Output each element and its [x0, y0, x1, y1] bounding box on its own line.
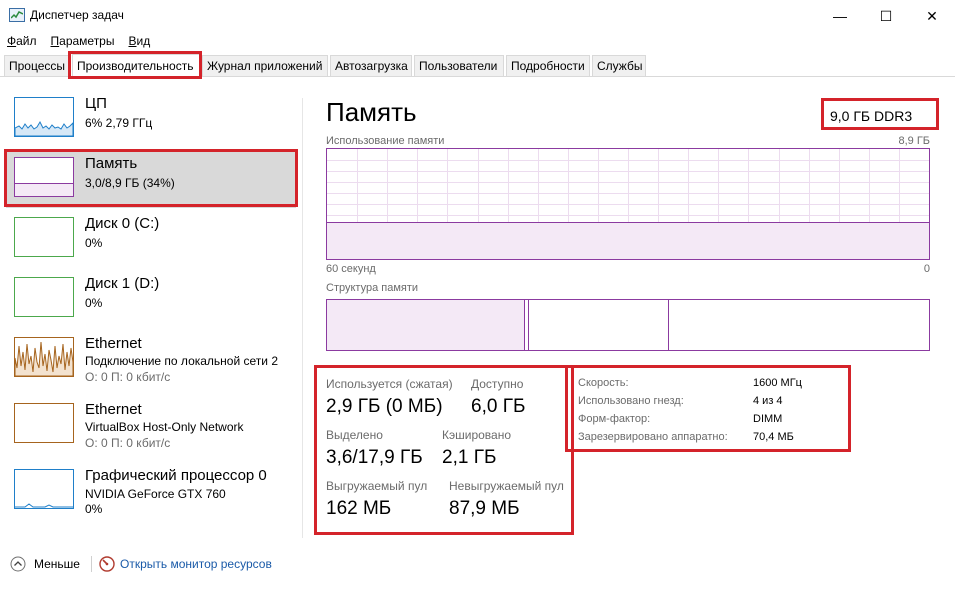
prop-slots-label: Использовано гнезд:	[578, 395, 684, 407]
resource-name: Ethernet	[85, 401, 142, 418]
resource-name: ЦП	[85, 95, 107, 112]
resource-memory[interactable]: Память 3,0/8,9 ГБ (34%)	[6, 150, 296, 208]
tab-startup[interactable]: Автозагрузка	[330, 55, 412, 76]
resource-name: Ethernet	[85, 335, 142, 352]
stat-paged-pool-value: 162 МБ	[326, 498, 392, 519]
stat-nonpaged-pool-label: Невыгружаемый пул	[449, 479, 564, 493]
footer-divider	[91, 556, 92, 572]
ethernet-thumbnail-graph	[14, 403, 74, 443]
resource-throughput: О: 0 П: 0 кбит/с	[85, 370, 171, 384]
memory-usage-label: Использование памяти	[326, 135, 445, 147]
composition-standby-divider	[668, 300, 669, 350]
stat-committed-label: Выделено	[326, 428, 383, 442]
task-manager-icon	[9, 8, 25, 22]
resource-usage: 0%	[85, 502, 103, 516]
tab-services[interactable]: Службы	[592, 55, 646, 76]
memory-usage-graph	[326, 148, 930, 260]
resource-disk-1[interactable]: Диск 1 (D:) 0%	[6, 270, 296, 328]
prop-form-factor-value: DIMM	[753, 413, 783, 425]
resource-gpu-0[interactable]: Графический процессор 0 NVIDIA GeForce G…	[6, 462, 296, 520]
tab-users[interactable]: Пользователи	[414, 55, 504, 76]
prop-speed-label: Скорость:	[578, 377, 629, 389]
title-bar: Диспетчер задач — ☐ ✕	[0, 0, 955, 32]
menu-file[interactable]: Файл	[0, 32, 44, 52]
tab-strip: Процессы Производительность Журнал прило…	[0, 54, 955, 77]
resource-detail: 6% 2,79 ГГц	[85, 116, 153, 130]
stat-nonpaged-pool-value: 87,9 МБ	[449, 498, 520, 519]
stat-cached-value: 2,1 ГБ	[442, 447, 497, 468]
resource-name: Диск 0 (C:)	[85, 215, 160, 232]
panel-divider[interactable]	[302, 98, 303, 538]
gpu-thumbnail-graph	[14, 469, 74, 509]
stat-available-label: Доступно	[471, 377, 524, 391]
prop-reserved-label: Зарезервировано аппаратно:	[578, 431, 728, 443]
resource-detail: VirtualBox Host-Only Network	[85, 420, 244, 434]
tab-app-history[interactable]: Журнал приложений	[202, 55, 328, 76]
close-button[interactable]: ✕	[909, 0, 955, 32]
open-resource-monitor-link[interactable]: Открыть монитор ресурсов	[120, 557, 272, 571]
stat-in-use-label: Используется (сжатая)	[326, 377, 453, 391]
resource-detail: Подключение по локальной сети 2	[85, 354, 279, 368]
memory-usage-max: 8,9 ГБ	[898, 135, 930, 147]
memory-composition-bar	[326, 299, 930, 351]
resource-name: Графический процессор 0	[85, 467, 267, 484]
page-title: Память	[326, 97, 417, 127]
tab-performance[interactable]: Производительность	[72, 54, 200, 76]
graph-time-left: 60 секунд	[326, 263, 376, 275]
stat-in-use-value: 2,9 ГБ (0 МБ)	[326, 396, 443, 417]
fewer-details-button[interactable]: Меньше	[34, 557, 80, 571]
footer-bar: Меньше Открыть монитор ресурсов	[0, 548, 955, 589]
stat-cached-label: Кэшировано	[442, 428, 512, 442]
resource-disk-0[interactable]: Диск 0 (C:) 0%	[6, 210, 296, 268]
stat-paged-pool-label: Выгружаемый пул	[326, 479, 428, 493]
composition-modified-divider	[528, 300, 529, 350]
window-title: Диспетчер задач	[30, 8, 124, 22]
ethernet-thumbnail-graph	[14, 337, 74, 377]
minimize-button[interactable]: —	[817, 0, 863, 32]
tab-details[interactable]: Подробности	[506, 55, 590, 76]
disk-thumbnail-graph	[14, 277, 74, 317]
prop-reserved-value: 70,4 МБ	[753, 431, 794, 443]
resource-ethernet-1[interactable]: Ethernet Подключение по локальной сети 2…	[6, 330, 296, 388]
graph-time-right: 0	[923, 263, 930, 275]
stat-committed-value: 3,6/17,9 ГБ	[326, 447, 423, 468]
prop-slots-value: 4 из 4	[753, 395, 783, 407]
memory-total-type: 9,0 ГБ DDR3	[830, 108, 913, 124]
resource-detail: 0%	[85, 236, 103, 250]
resource-detail: 3,0/8,9 ГБ (34%)	[85, 176, 175, 190]
tab-processes[interactable]: Процессы	[4, 55, 70, 76]
memory-usage-fill	[327, 222, 929, 259]
resource-name: Память	[85, 155, 138, 172]
memory-composition-label: Структура памяти	[326, 282, 419, 294]
stat-available-value: 6,0 ГБ	[471, 396, 526, 417]
resource-name: Диск 1 (D:)	[85, 275, 160, 292]
memory-thumbnail-graph	[14, 157, 74, 197]
resource-ethernet-2[interactable]: Ethernet VirtualBox Host-Only Network О:…	[6, 396, 296, 454]
resource-cpu[interactable]: ЦП 6% 2,79 ГГц	[6, 90, 296, 148]
resource-throughput: О: 0 П: 0 кбит/с	[85, 436, 171, 450]
menu-bar: Файл Параметры Вид	[0, 32, 955, 52]
resource-monitor-icon[interactable]	[99, 556, 115, 572]
menu-options[interactable]: Параметры	[44, 32, 122, 52]
resource-detail: NVIDIA GeForce GTX 760	[85, 487, 226, 501]
prop-speed-value: 1600 МГц	[753, 377, 802, 389]
resource-detail: 0%	[85, 296, 103, 310]
disk-thumbnail-graph	[14, 217, 74, 257]
menu-view[interactable]: Вид	[121, 32, 157, 52]
maximize-button[interactable]: ☐	[863, 0, 909, 32]
prop-form-factor-label: Форм-фактор:	[578, 413, 651, 425]
chevron-up-icon[interactable]	[10, 556, 26, 572]
composition-in-use[interactable]	[327, 300, 525, 350]
cpu-thumbnail-graph	[14, 97, 74, 137]
